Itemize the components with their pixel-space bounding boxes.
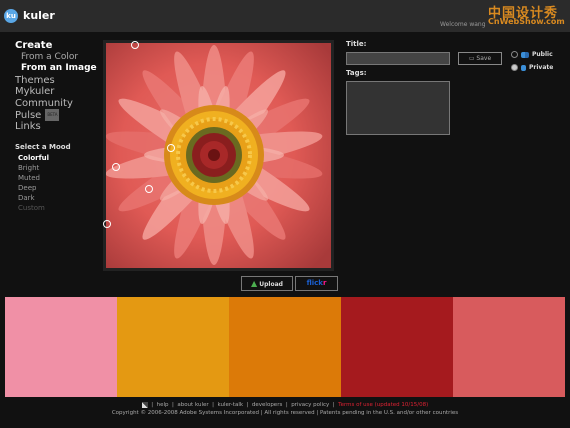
mood-option-muted[interactable]: Muted bbox=[15, 173, 71, 183]
nav-mykuler[interactable]: Mykuler bbox=[15, 86, 97, 98]
private-label: Private bbox=[529, 64, 554, 71]
upload-arrow-icon: ▲ bbox=[251, 279, 258, 288]
mood-option-deep[interactable]: Deep bbox=[15, 183, 71, 193]
save-button[interactable]: ▭ Save bbox=[458, 52, 502, 65]
adobe-icon bbox=[141, 401, 148, 408]
footer-links: | help | about kuler | kuler-talk | deve… bbox=[0, 401, 570, 409]
color-picker-4[interactable] bbox=[145, 185, 153, 193]
nav-links[interactable]: Links bbox=[15, 121, 97, 133]
welcome-text: Welcome wang bbox=[440, 21, 486, 28]
mood-option-dark[interactable]: Dark bbox=[15, 193, 71, 203]
upload-label: Upload bbox=[259, 281, 283, 288]
main-nav: Create From a Color From an Image Themes… bbox=[15, 40, 97, 133]
footer-link-privacy[interactable]: privacy policy bbox=[291, 402, 329, 408]
color-picker-2[interactable] bbox=[167, 144, 175, 152]
watermark-url: CnWebShow.com bbox=[488, 17, 565, 26]
nav-themes[interactable]: Themes bbox=[15, 75, 97, 87]
swatch-5[interactable] bbox=[453, 297, 565, 397]
public-radio[interactable] bbox=[511, 51, 518, 58]
public-label: Public bbox=[532, 51, 553, 58]
flickr-button[interactable]: flickr bbox=[295, 276, 338, 291]
group-icon bbox=[521, 51, 529, 58]
mood-option-colorful[interactable]: Colorful bbox=[15, 153, 71, 163]
source-image-frame bbox=[103, 40, 334, 271]
color-picker-1[interactable] bbox=[131, 41, 139, 49]
tags-input[interactable] bbox=[346, 81, 450, 135]
title-input[interactable] bbox=[346, 52, 450, 65]
color-picker-3[interactable] bbox=[112, 163, 120, 171]
title-label: Title: bbox=[346, 40, 367, 48]
mood-heading: Select a Mood bbox=[15, 143, 71, 151]
upload-button[interactable]: ▲ Upload bbox=[241, 276, 293, 291]
nav-community[interactable]: Community bbox=[15, 98, 97, 110]
flickr-label-a: flick bbox=[306, 279, 323, 287]
color-picker-5[interactable] bbox=[103, 220, 111, 228]
footer: | help | about kuler | kuler-talk | deve… bbox=[0, 401, 570, 417]
color-palette bbox=[5, 297, 565, 397]
app-name[interactable]: kuler bbox=[23, 9, 55, 22]
private-radio[interactable] bbox=[511, 64, 518, 71]
top-bar: ku kuler Welcome wang 中国设计秀 CnWebShow.co… bbox=[0, 0, 570, 32]
nav-from-image[interactable]: From an Image bbox=[15, 63, 97, 75]
swatch-1[interactable] bbox=[5, 297, 117, 397]
swatch-2[interactable] bbox=[117, 297, 229, 397]
footer-link-help[interactable]: help bbox=[157, 402, 169, 408]
nav-create[interactable]: Create bbox=[15, 40, 97, 52]
person-icon bbox=[521, 64, 526, 71]
save-label: Save bbox=[476, 55, 492, 62]
mood-option-bright[interactable]: Bright bbox=[15, 163, 71, 173]
mood-option-custom[interactable]: Custom bbox=[15, 203, 71, 213]
tags-label: Tags: bbox=[346, 69, 367, 77]
footer-link-developers[interactable]: developers bbox=[252, 402, 282, 408]
footer-copyright: Copyright © 2006-2008 Adobe Systems Inco… bbox=[111, 410, 459, 416]
kuler-logo-icon[interactable]: ku bbox=[4, 9, 18, 23]
flickr-label-b: r bbox=[322, 279, 327, 287]
swatch-3[interactable] bbox=[229, 297, 341, 397]
nav-pulse-label: Pulse bbox=[15, 109, 42, 121]
footer-link-terms[interactable]: Terms of use (updated 10/15/08) bbox=[338, 402, 428, 408]
nav-from-color[interactable]: From a Color bbox=[15, 52, 97, 64]
nav-pulse[interactable]: Pulse BETA bbox=[15, 109, 97, 121]
swatch-4[interactable] bbox=[341, 297, 453, 397]
footer-link-about[interactable]: about kuler bbox=[177, 402, 208, 408]
flower-image[interactable] bbox=[106, 43, 331, 268]
public-option[interactable]: Public bbox=[511, 51, 553, 58]
mood-selector: Select a Mood Colorful Bright Muted Deep… bbox=[15, 143, 71, 213]
footer-link-kuler-talk[interactable]: kuler-talk bbox=[217, 402, 243, 408]
beta-badge: BETA bbox=[45, 109, 60, 121]
private-option[interactable]: Private bbox=[511, 64, 553, 71]
